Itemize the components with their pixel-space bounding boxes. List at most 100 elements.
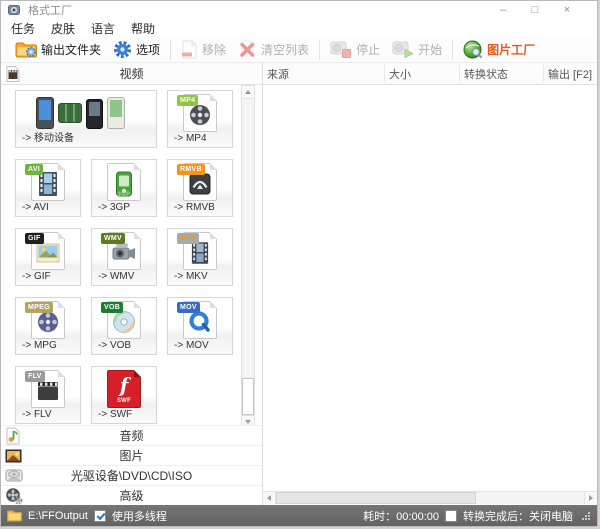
column-status[interactable]: 转换状态 <box>460 63 543 85</box>
picture-factory-label: 图片工厂 <box>487 41 535 58</box>
converter-mkv-button[interactable]: MKV -> MKV <box>167 228 233 286</box>
maximize-button[interactable]: □ <box>519 1 551 19</box>
picture-factory-button[interactable]: 图片工厂 <box>457 38 541 62</box>
mov-tag: MOV <box>177 302 200 313</box>
options-label: 选项 <box>136 41 160 58</box>
scroll-right-button[interactable] <box>584 492 597 504</box>
flash-f-icon: f <box>120 373 129 397</box>
mpeg-tag: MPEG <box>25 302 53 313</box>
task-list-body[interactable] <box>263 85 597 491</box>
scrollbar-thumb[interactable] <box>242 378 254 415</box>
mkv-file-icon: MKV <box>183 232 217 270</box>
scroll-left-button[interactable] <box>263 492 276 504</box>
converter-mov-button[interactable]: MOV -> MOV <box>167 297 233 355</box>
converter-flv-button[interactable]: FLV -> FLV <box>15 366 81 424</box>
converter-label: -> MP4 <box>174 133 207 144</box>
converter-swf-button[interactable]: f SWF -> SWF <box>91 366 157 424</box>
stop-label: 停止 <box>356 41 380 58</box>
multithread-label: 使用多线程 <box>112 508 167 524</box>
close-button[interactable]: × <box>551 1 583 19</box>
gif-tag: GIF <box>25 233 44 244</box>
shutdown-label: 转换完成后：关闭电脑 <box>463 508 573 524</box>
task-list-hscrollbar[interactable] <box>263 491 597 504</box>
menu-skin[interactable]: 皮肤 <box>43 19 83 37</box>
hscrollbar-thumb[interactable] <box>276 492 476 504</box>
menu-task[interactable]: 任务 <box>3 19 43 37</box>
converter-gif-button[interactable]: GIF -> GIF <box>15 228 81 286</box>
mkv-tag: MKV <box>177 233 199 244</box>
picture-icon <box>5 449 22 463</box>
category-audio-label: 音频 <box>1 427 262 444</box>
category-list: 音频 图片 光驱设备\DVD\CD\ISO <box>1 425 262 505</box>
task-list-panel: 来源 大小 转换状态 输出 [F2] <box>263 63 597 505</box>
shutdown-checkbox[interactable] <box>445 510 457 522</box>
swf-file-icon: f SWF <box>107 370 141 408</box>
chevron-right-icon <box>589 495 593 501</box>
options-button[interactable]: 选项 <box>107 38 166 62</box>
stop-button[interactable]: 停止 <box>324 38 386 62</box>
quicktime-icon <box>188 310 212 334</box>
converter-label: -> FLV <box>22 409 52 420</box>
column-output[interactable]: 输出 [F2] <box>544 63 598 85</box>
converter-rmvb-button[interactable]: RMVB -> RMVB <box>167 159 233 217</box>
converter-mobile-devices-button[interactable]: -> 移动设备 <box>15 90 157 148</box>
window-title: 格式工厂 <box>28 2 72 18</box>
clear-list-button[interactable]: 清空列表 <box>232 38 315 62</box>
window-controls: – □ × <box>487 1 583 19</box>
converter-avi-button[interactable]: AVI -> AVI <box>15 159 81 217</box>
converter-3gp-button[interactable]: 3GP -> 3GP <box>91 159 157 217</box>
sidebar-scrollbar[interactable] <box>241 85 255 429</box>
column-size[interactable]: 大小 <box>385 63 459 85</box>
multithread-checkbox[interactable] <box>94 510 106 522</box>
converter-label: -> AVI <box>22 202 49 213</box>
converter-mpg-button[interactable]: MPEG -> MPG <box>15 297 81 355</box>
menu-help[interactable]: 帮助 <box>123 19 163 37</box>
category-rom-device[interactable]: 光驱设备\DVD\CD\ISO <box>1 465 262 485</box>
converter-label: -> RMVB <box>174 202 215 213</box>
output-folder-label: 输出文件夹 <box>41 41 101 58</box>
minimize-button[interactable]: – <box>487 1 519 19</box>
output-path-folder-icon[interactable] <box>7 510 22 522</box>
task-list-header: 来源 大小 转换状态 输出 [F2] <box>263 63 597 85</box>
avi-file-icon: AVI <box>31 163 65 201</box>
converter-label: -> GIF <box>22 271 51 282</box>
remove-button[interactable]: 移除 <box>175 38 232 62</box>
category-picture[interactable]: 图片 <box>1 445 262 465</box>
film-reel-icon <box>36 310 60 334</box>
menu-language[interactable]: 语言 <box>83 19 123 37</box>
remove-label: 移除 <box>202 41 226 58</box>
output-folder-button[interactable]: 输出文件夹 <box>9 38 107 62</box>
converter-label: -> MKV <box>174 271 208 282</box>
flv-file-icon: FLV <box>31 370 65 408</box>
converter-mp4-button[interactable]: MP4 -> MP4 <box>167 90 233 148</box>
start-button[interactable]: 开始 <box>386 38 448 62</box>
category-audio[interactable]: 音频 <box>1 425 262 445</box>
start-icon <box>392 40 414 59</box>
app-icon <box>8 4 20 16</box>
resize-grip[interactable] <box>581 511 591 521</box>
3gp-tag: 3GP <box>115 190 134 200</box>
output-path-label[interactable]: E:\FFOutput <box>28 510 88 522</box>
flv-tag: FLV <box>25 371 45 382</box>
converter-label: -> WMV <box>98 271 134 282</box>
wmv-file-icon: WMV <box>107 232 141 270</box>
app-window: 格式工厂 – □ × 任务 皮肤 语言 帮助 输出文件夹 选项 移除 清空列表 <box>0 0 598 527</box>
category-video-header[interactable]: 视频 <box>1 63 262 85</box>
video-clapperboard-icon <box>5 65 21 82</box>
chevron-up-icon <box>245 90 251 94</box>
menu-bar: 任务 皮肤 语言 帮助 <box>1 19 597 37</box>
photo-icon <box>36 243 60 263</box>
converter-label: -> MPG <box>22 340 57 351</box>
scroll-up-button[interactable] <box>242 86 254 99</box>
column-source[interactable]: 来源 <box>263 63 384 85</box>
toolbar-separator <box>170 40 171 60</box>
category-advanced-label: 高级 <box>1 487 262 504</box>
realmedia-icon <box>189 173 211 195</box>
gear-icon <box>113 40 132 59</box>
swf-tag: SWF <box>114 396 134 406</box>
converter-wmv-button[interactable]: WMV -> WMV <box>91 228 157 286</box>
converter-vob-button[interactable]: VOB -> VOB <box>91 297 157 355</box>
toolbar-separator <box>452 40 453 60</box>
category-advanced[interactable]: 高级 <box>1 485 262 505</box>
stop-icon <box>330 40 352 59</box>
